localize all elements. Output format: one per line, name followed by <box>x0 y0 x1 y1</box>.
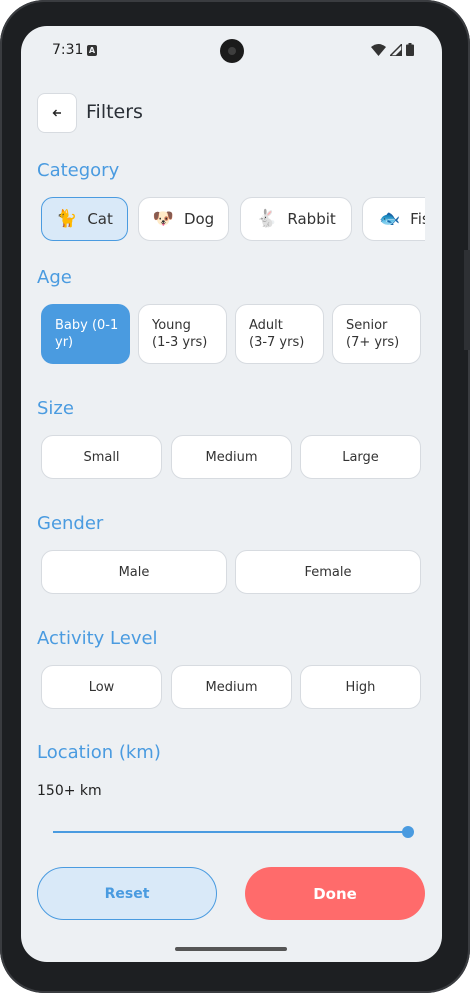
arrow-left-icon <box>52 109 61 117</box>
wifi-icon <box>371 43 386 56</box>
age-chip-line2: (1-3 yrs) <box>152 335 208 350</box>
category-chip-label: Cat <box>87 210 113 228</box>
age-chip-text: Baby (0-1 yr) <box>55 317 118 351</box>
volume-button <box>464 310 470 350</box>
activity-chip-low[interactable]: Low <box>41 665 162 709</box>
age-chip-text: Young (1-3 yrs) <box>152 317 207 351</box>
age-chip-text: Adult (3-7 yrs) <box>249 317 304 351</box>
home-indicator[interactable] <box>175 947 287 951</box>
done-button[interactable]: Done <box>245 867 425 920</box>
app-screen: 7:31 A Filters Category 🐈 Cat 🐶 Dog 🐇 Ra… <box>21 26 442 962</box>
category-chip-label: Rabbit <box>287 210 336 228</box>
rabbit-icon: 🐇 <box>256 208 278 229</box>
distance-slider-thumb[interactable] <box>402 826 414 838</box>
age-chip-adult[interactable]: Adult (3-7 yrs) <box>235 304 324 364</box>
age-chip-line1: Adult <box>249 318 283 333</box>
age-chip-line1: Young <box>152 318 191 333</box>
category-chip-cat[interactable]: 🐈 Cat <box>41 197 128 241</box>
age-chip-line1: Baby (0-1 <box>55 318 119 333</box>
camera-cutout <box>220 39 244 63</box>
reset-button[interactable]: Reset <box>37 867 217 920</box>
activity-heading: Activity Level <box>37 628 158 649</box>
back-button[interactable] <box>37 93 77 133</box>
age-chip-line2: (3-7 yrs) <box>249 335 305 350</box>
gender-heading: Gender <box>37 513 104 534</box>
age-chip-young[interactable]: Young (1-3 yrs) <box>138 304 227 364</box>
size-chip-small[interactable]: Small <box>41 435 162 479</box>
power-button <box>464 250 470 310</box>
status-bar: 7:31 A <box>21 26 442 76</box>
age-chip-senior[interactable]: Senior (7+ yrs) <box>332 304 421 364</box>
location-heading: Location (km) <box>37 742 161 763</box>
activity-chip-high[interactable]: High <box>300 665 421 709</box>
activity-chip-medium[interactable]: Medium <box>171 665 292 709</box>
signal-icon <box>390 43 402 56</box>
status-icons <box>371 43 414 56</box>
category-chip-label: Fish <box>410 210 425 228</box>
age-chip-line2: (7+ yrs) <box>346 335 400 350</box>
size-heading: Size <box>37 398 74 419</box>
cat-icon: 🐈 <box>56 208 78 229</box>
age-chip-line1: Senior <box>346 318 388 333</box>
fish-icon: 🐟 <box>379 208 401 229</box>
size-chip-medium[interactable]: Medium <box>171 435 292 479</box>
category-chip-dog[interactable]: 🐶 Dog <box>138 197 229 241</box>
gender-chip-male[interactable]: Male <box>41 550 227 594</box>
category-scroll[interactable]: 🐈 Cat 🐶 Dog 🐇 Rabbit 🐟 Fish <box>37 194 425 246</box>
category-heading: Category <box>37 160 120 181</box>
gender-chip-female[interactable]: Female <box>235 550 421 594</box>
age-chip-baby[interactable]: Baby (0-1 yr) <box>41 304 130 364</box>
age-chip-text: Senior (7+ yrs) <box>346 317 399 351</box>
category-chip-rabbit[interactable]: 🐇 Rabbit <box>240 197 352 241</box>
age-chip-line2: yr) <box>55 335 74 350</box>
page-title: Filters <box>86 101 143 123</box>
category-chip-fish[interactable]: 🐟 Fish <box>362 197 425 241</box>
status-time: 7:31 <box>52 42 84 58</box>
size-chip-large[interactable]: Large <box>300 435 421 479</box>
notification-icon: A <box>87 45 97 56</box>
distance-slider-track[interactable] <box>53 831 409 833</box>
device-frame: 7:31 A Filters Category 🐈 Cat 🐶 Dog 🐇 Ra… <box>0 0 470 993</box>
category-chip-label: Dog <box>183 210 215 228</box>
age-heading: Age <box>37 267 72 288</box>
distance-value: 150+ km <box>37 783 102 799</box>
dog-icon: 🐶 <box>152 208 174 229</box>
battery-icon <box>406 43 414 56</box>
